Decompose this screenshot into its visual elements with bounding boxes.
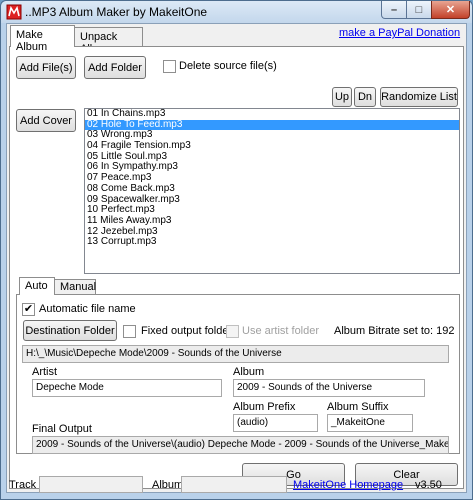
add-files-button[interactable]: Add File(s) <box>16 56 76 79</box>
minimize-icon: – <box>390 3 398 16</box>
maximize-icon: □ <box>415 3 423 16</box>
minimize-button[interactable]: – <box>381 1 407 19</box>
add-cover-button[interactable]: Add Cover <box>16 109 76 132</box>
app-window: ..MP3 Album Maker by MakeitOne – □ ✕ Mak… <box>0 0 473 500</box>
use-artist-folder-checkbox[interactable] <box>226 325 239 338</box>
track-list-items: 01 In Chains.mp3 02 Hole To Feed.mp3 03 Wr… <box>85 109 459 248</box>
auto-filename-label: Automatic file name <box>39 303 136 315</box>
destination-folder-button[interactable]: Destination Folder <box>23 320 117 341</box>
destination-path-field[interactable]: H:\_\Music\Depeche Mode\2009 - Sounds of… <box>22 345 449 363</box>
close-button[interactable]: ✕ <box>431 1 470 19</box>
album-label: Album <box>233 366 265 378</box>
use-artist-folder-label: Use artist folder <box>242 325 320 337</box>
version-label: v3.50 <box>415 479 442 491</box>
auto-panel: ✔ Automatic file name Destination Folder… <box>16 294 460 454</box>
album-prefix-field[interactable]: (audio) <box>233 414 318 432</box>
homepage-link[interactable]: MakeitOne Homepage <box>293 479 403 491</box>
move-down-button[interactable]: Dn <box>354 87 376 107</box>
window-title: ..MP3 Album Maker by MakeitOne <box>25 5 208 19</box>
track-list-item[interactable]: 11 Miles Away.mp3 <box>85 215 459 227</box>
final-output-label: Final Output <box>32 423 92 435</box>
fixed-output-label: Fixed output folder <box>141 325 233 337</box>
track-list[interactable]: 01 In Chains.mp3 02 Hole To Feed.mp3 03 Wr… <box>84 108 460 274</box>
checkmark-icon: ✔ <box>23 303 34 315</box>
track-list-item[interactable]: 08 Come Back.mp3 <box>85 183 459 195</box>
tab-make-album[interactable]: Make Album <box>10 25 75 53</box>
track-list-item[interactable]: 13 Corrupt.mp3 <box>85 237 459 248</box>
close-icon: ✕ <box>445 4 456 16</box>
title-bar[interactable]: ..MP3 Album Maker by MakeitOne – □ ✕ <box>1 1 472 23</box>
artist-label: Artist <box>32 366 58 378</box>
album-progress-box <box>181 476 287 493</box>
artist-field[interactable]: Depeche Mode <box>32 379 222 397</box>
delete-source-label: Delete source file(s) <box>179 60 277 72</box>
delete-source-checkbox[interactable] <box>163 60 176 73</box>
tab-unpack-album[interactable]: Unpack Album <box>74 27 143 55</box>
album-prefix-label: Album Prefix <box>233 401 296 413</box>
tab-auto[interactable]: Auto <box>19 277 55 295</box>
auto-filename-checkbox[interactable]: ✔ <box>22 303 35 316</box>
client-area: Make Album Unpack Album make a PayPal Do… <box>6 23 467 493</box>
app-logo-icon <box>6 4 22 20</box>
status-track-label: Track <box>9 479 37 491</box>
status-album-label: Album <box>152 479 184 491</box>
move-up-button[interactable]: Up <box>332 87 352 107</box>
album-suffix-label: Album Suffix <box>327 401 389 413</box>
paypal-donation-link[interactable]: make a PayPal Donation <box>339 27 460 39</box>
add-folder-button[interactable]: Add Folder <box>84 56 146 79</box>
tab-manual[interactable]: Manual <box>54 279 96 295</box>
fixed-output-checkbox[interactable] <box>123 325 136 338</box>
album-suffix-field[interactable]: _MakeitOne <box>327 414 413 432</box>
make-album-panel: Add File(s) Add Folder Delete source fil… <box>9 46 464 489</box>
randomize-list-button[interactable]: Randomize List <box>380 87 458 107</box>
album-field[interactable]: 2009 - Sounds of the Universe <box>233 379 425 397</box>
track-progress-box <box>39 476 143 493</box>
final-output-field[interactable]: 2009 - Sounds of the Universe\(audio) De… <box>32 436 449 454</box>
bitrate-text: Album Bitrate set to: 192 <box>334 325 455 337</box>
maximize-button[interactable]: □ <box>406 1 432 19</box>
